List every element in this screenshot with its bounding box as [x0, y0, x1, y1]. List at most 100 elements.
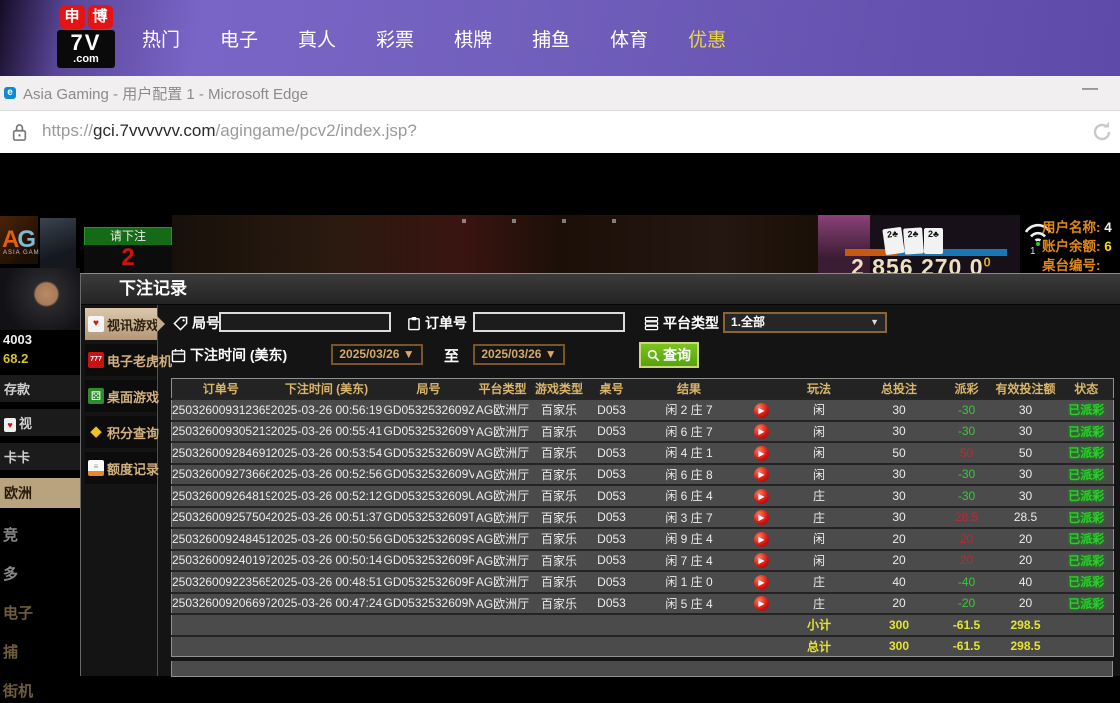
table-row: 2503260092736662025-03-26 00:52:56GD0532… — [172, 464, 1114, 486]
sidebar-item-电子老虎机[interactable]: 777电子老虎机 — [85, 344, 157, 376]
cell-bet-time: 2025-03-26 00:52:56 — [270, 464, 384, 486]
sidebar-item-桌面游戏[interactable]: ⚄桌面游戏 — [85, 380, 157, 412]
date-range-to-label: 至 — [444, 345, 459, 366]
round-id-input[interactable] — [219, 312, 391, 332]
ag-logo: A G — [0, 216, 38, 264]
rail-item[interactable]: 多 — [0, 561, 80, 586]
left-rail: 400368.2 存款 ♥视卡卡欧洲竞多电子捕街机 — [0, 268, 80, 703]
date-to-select[interactable]: 2025/03/26 ▼ — [473, 344, 565, 365]
nav-item-棋牌[interactable]: 棋牌 — [454, 25, 492, 52]
subtotal-spacer — [172, 614, 782, 636]
site-logo[interactable]: 申 博 7V .com — [56, 5, 116, 68]
cell-platform: AG欧洲厅 — [474, 571, 532, 593]
nav-item-体育[interactable]: 体育 — [610, 25, 648, 52]
sidebar-item-label: 桌面游戏 — [107, 387, 159, 406]
url-path: /agingame/pcv2/index.jsp? — [216, 121, 417, 140]
calendar-icon — [171, 348, 186, 363]
subtotal-label: 小计 — [782, 614, 857, 636]
cards-icon: ♥ — [88, 316, 104, 332]
table-row: 2503260092235652025-03-26 00:48:51GD0532… — [172, 571, 1114, 593]
replay-play-button[interactable]: ▶ — [754, 467, 769, 482]
cell-total-bet: 20 — [857, 593, 942, 615]
cell-bet-time: 2025-03-26 00:52:12 — [270, 485, 384, 507]
date-from-select[interactable]: 2025/03/26 ▼ — [331, 344, 423, 365]
cell-status: 已派彩 — [1060, 442, 1114, 464]
rail-item[interactable]: ♥视 — [0, 409, 80, 436]
cell-status: 已派彩 — [1060, 528, 1114, 550]
table-row: 2503260092648192025-03-26 00:52:12GD0532… — [172, 485, 1114, 507]
cell-order-id: 250326009223565 — [172, 571, 270, 593]
nav-item-电子[interactable]: 电子 — [220, 25, 258, 52]
cell-replay: ▶ — [742, 399, 782, 421]
cell-status: 已派彩 — [1060, 550, 1114, 572]
cell-status: 已派彩 — [1060, 507, 1114, 529]
cell-play-type: 闲 — [782, 421, 857, 443]
points-icon: ◆ — [88, 424, 104, 440]
sidebar-item-额度记录[interactable]: ≡额度记录 — [85, 452, 157, 484]
cell-platform: AG欧洲厅 — [474, 421, 532, 443]
replay-play-button[interactable]: ▶ — [754, 489, 769, 504]
table-row: 2503260092066972025-03-26 00:47:24GD0532… — [172, 593, 1114, 615]
rail-item[interactable]: 欧洲 — [0, 478, 80, 508]
nav-item-热门[interactable]: 热门 — [142, 25, 180, 52]
nav-item-真人[interactable]: 真人 — [298, 25, 336, 52]
search-button[interactable]: 查询 — [639, 342, 699, 368]
sidebar-item-积分查询[interactable]: ◆积分查询 — [85, 416, 157, 448]
replay-play-button[interactable]: ▶ — [754, 510, 769, 525]
cell-replay: ▶ — [742, 571, 782, 593]
rail-item[interactable]: 68.2 — [0, 349, 80, 368]
replay-play-button[interactable]: ▶ — [754, 424, 769, 439]
cell-table-no: D053 — [587, 421, 637, 443]
rail-item[interactable]: 街机 — [0, 678, 80, 703]
cell-order-id: 250326009248451 — [172, 528, 270, 550]
rail-item[interactable]: 卡卡 — [0, 443, 80, 470]
cell-platform: AG欧洲厅 — [474, 528, 532, 550]
replay-play-button[interactable]: ▶ — [754, 403, 769, 418]
cell-result: 闲 1 庄 0 — [637, 571, 742, 593]
replay-play-button[interactable]: ▶ — [754, 553, 769, 568]
round-id-label-group: 局号 — [173, 313, 220, 333]
rail-item[interactable]: 竞 — [0, 522, 80, 547]
rail-item[interactable]: 电子 — [0, 600, 80, 625]
cell-bet-time: 2025-03-26 00:47:24 — [270, 593, 384, 615]
replay-play-button[interactable]: ▶ — [754, 575, 769, 590]
replay-play-button[interactable]: ▶ — [754, 446, 769, 461]
replay-play-button[interactable]: ▶ — [754, 532, 769, 547]
total-status-blank — [1060, 636, 1114, 657]
cell-replay: ▶ — [742, 593, 782, 615]
logo-badge-left: 申 — [60, 5, 85, 29]
nav-item-优惠[interactable]: 优惠 — [688, 25, 726, 52]
cell-round-id: GD0532532609Y — [384, 421, 474, 443]
table-header-cell: 结果 — [637, 379, 742, 400]
cell-status: 已派彩 — [1060, 421, 1114, 443]
cell-bet-time: 2025-03-26 00:55:41 — [270, 421, 384, 443]
chevron-down-icon: ▼ — [870, 314, 879, 331]
minimize-button[interactable]: — — [1082, 80, 1098, 98]
order-id-input[interactable] — [473, 312, 625, 332]
cell-replay: ▶ — [742, 550, 782, 572]
nav-item-彩票[interactable]: 彩票 — [376, 25, 414, 52]
total-bet: 300 — [857, 636, 942, 657]
cell-bet-time: 2025-03-26 00:56:19 — [270, 399, 384, 421]
cell-payout: 20 — [942, 550, 992, 572]
cell-payout: 28.5 — [942, 507, 992, 529]
rail-item[interactable]: 捕 — [0, 639, 80, 664]
left-rail-items: 400368.2 存款 ♥视卡卡欧洲竞多电子捕街机 — [0, 330, 80, 703]
url-input[interactable]: https://gci.7vvvvvv.com/agingame/pcv2/in… — [42, 121, 417, 141]
replay-play-button[interactable]: ▶ — [754, 596, 769, 611]
refresh-icon[interactable] — [1090, 120, 1114, 149]
nav-item-捕鱼[interactable]: 捕鱼 — [532, 25, 570, 52]
sidebar-item-视讯游戏[interactable]: ♥视讯游戏 — [85, 308, 157, 340]
rail-item[interactable]: 4003 — [0, 330, 80, 349]
screen: { "nav": { "logo": {"badge_left":"申","ba… — [0, 0, 1120, 676]
playing-card: 2♣ — [903, 227, 924, 254]
cell-result: 闲 5 庄 4 — [637, 593, 742, 615]
subtotal-status-blank — [1060, 614, 1114, 636]
order-id-label-group: 订单号 — [407, 313, 467, 333]
platform-select[interactable]: 1.全部 ▼ — [723, 312, 887, 333]
cell-order-id: 250326009240197 — [172, 550, 270, 572]
table-header-cell: 状态 — [1060, 379, 1114, 400]
rail-item[interactable]: 存款 — [0, 375, 80, 402]
cell-game-type: 百家乐 — [532, 593, 587, 615]
cell-table-no: D053 — [587, 464, 637, 486]
